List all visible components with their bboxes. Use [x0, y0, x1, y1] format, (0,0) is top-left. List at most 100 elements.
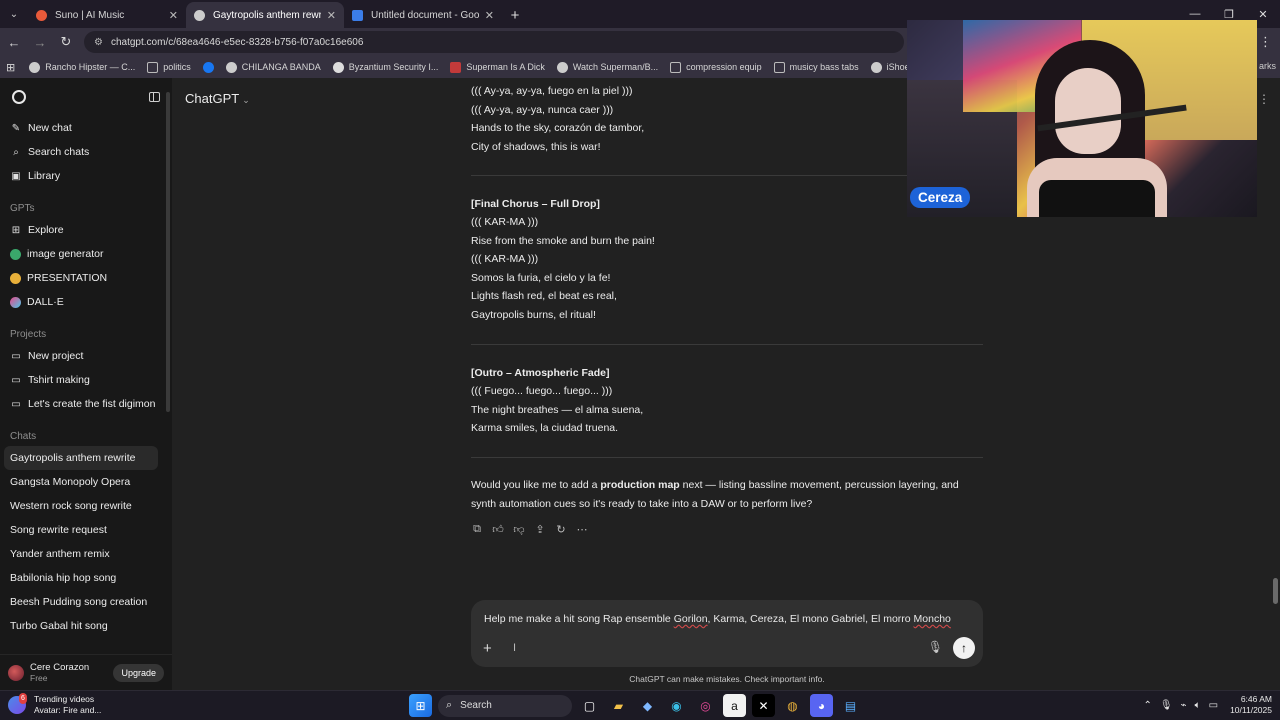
sidebar-toggle-icon[interactable] [149, 92, 160, 102]
all-bookmarks-label[interactable]: arks [1259, 61, 1276, 71]
bookmark-label: Superman Is A Dick [466, 62, 545, 72]
regenerate-icon[interactable]: ↻ [555, 522, 567, 536]
sidebar-item-new-chat[interactable]: ✎ New chat [0, 116, 172, 140]
sidebar-scrollbar[interactable] [166, 92, 170, 412]
network-icon[interactable]: ⌁ [1181, 700, 1187, 711]
amazon-icon[interactable]: a [723, 694, 746, 717]
search-icon: ⌕ [13, 146, 19, 158]
bookmark-label: musicy bass tabs [789, 62, 859, 72]
widgets-icon: 6 [8, 693, 27, 714]
battery-icon[interactable]: ▭ [1209, 700, 1218, 711]
chevron-up-icon[interactable]: ⌃ [1144, 700, 1152, 711]
sidebar-item-tshirt-making[interactable]: ▭ Tshirt making [0, 368, 172, 392]
thumbs-up-icon[interactable]: 👍︎ [492, 522, 504, 536]
x-icon[interactable]: ✕ [752, 694, 775, 717]
bookmark[interactable]: Superman Is A Dick [450, 61, 545, 73]
thumbs-down-icon[interactable]: 👎︎ [513, 522, 525, 536]
sidebar-item-image-generator[interactable]: image generator [0, 242, 172, 266]
bookmark[interactable]: musicy bass tabs [773, 61, 859, 73]
microphone-icon[interactable]: 🎙︎ [1160, 700, 1173, 711]
site-info-icon[interactable]: ⚙ [94, 37, 103, 48]
reload-icon[interactable]: ↻ [54, 30, 78, 54]
sidebar-item-fist-digimon[interactable]: ▭ Let's create the fist digimon [0, 392, 172, 416]
upgrade-button[interactable]: Upgrade [113, 663, 164, 682]
start-menu-icon[interactable]: ⊞ [409, 694, 432, 717]
sidebar-item-new-project[interactable]: ▭ New project [0, 344, 172, 368]
bookmark[interactable]: Byzantium Security I... [332, 61, 438, 73]
bookmark[interactable]: CHILANGA BANDA [225, 61, 321, 73]
avatar [8, 664, 24, 681]
bookmark[interactable]: politics [147, 61, 191, 73]
back-arrow-icon[interactable]: ← [2, 30, 26, 54]
tab-chatgpt[interactable]: Gaytropolis anthem rewrite ✕ [186, 2, 344, 28]
tab-search-chevron-icon[interactable]: ⌄ [0, 0, 28, 28]
folder-icon [773, 61, 785, 73]
chat-item-selected[interactable]: Gaytropolis anthem rewrite [4, 446, 158, 470]
notepad-icon[interactable]: ▤ [839, 694, 862, 717]
lyric-line: ((( Fuego... fuego... fuego... ))) [471, 385, 613, 397]
prompt-input[interactable]: Help me make a hit song Rap ensemble Gor… [484, 613, 951, 625]
close-tab-icon[interactable]: ✕ [485, 9, 494, 22]
clock[interactable]: 6:46 AM 10/11/2025 [1230, 694, 1272, 716]
more-options-icon[interactable]: ⋮ [1258, 92, 1270, 106]
plus-icon[interactable]: + [483, 640, 492, 657]
apps-grid-icon[interactable]: ⊞ [6, 61, 15, 74]
chat-item[interactable]: Babilonia hip hop song [0, 566, 172, 590]
chat-item[interactable]: Turbo Gabal hit song [0, 614, 172, 638]
date: 10/11/2025 [1230, 705, 1272, 715]
prompt-composer[interactable]: Help me make a hit song Rap ensemble Gor… [471, 600, 983, 667]
video-thumb-icon [450, 61, 462, 73]
volume-icon[interactable]: 🔈︎ [1195, 700, 1201, 711]
sidebar-item-explore[interactable]: ⊞ Explore [0, 218, 172, 242]
followup-question-line2: synth automation cues so it's ready to t… [471, 498, 813, 510]
bookmark-label: Watch Superman/B... [572, 62, 659, 72]
bookmark[interactable]: Rancho Hipster — C... [29, 61, 135, 73]
model-selector[interactable]: ChatGPT ⌄ [185, 91, 250, 106]
lyric-line: The night breathes — el alma suena, [471, 404, 644, 416]
chat-item[interactable]: Yander anthem remix [0, 542, 172, 566]
openai-logo-icon[interactable] [12, 90, 26, 104]
chats-heading: Chats [10, 431, 37, 442]
send-button[interactable]: ↑ [953, 637, 975, 659]
bookmark[interactable]: Watch Superman/B... [556, 61, 659, 73]
sidebar-item-presentation[interactable]: PRESENTATION [0, 266, 172, 290]
webcam-overlay: Cereza [907, 20, 1257, 217]
chat-item[interactable]: Western rock song rewrite [0, 494, 172, 518]
close-tab-icon[interactable]: ✕ [327, 9, 336, 22]
more-icon[interactable]: ⋯ [576, 522, 588, 536]
chat-item[interactable]: Song rewrite request [0, 518, 172, 542]
bookmark-facebook[interactable] [202, 61, 214, 73]
widgets-button[interactable]: 6 Trending videos Avatar: Fire and... [8, 693, 101, 716]
chat-item[interactable]: Beesh Pudding song creation [0, 590, 172, 614]
new-tab-button[interactable]: + [502, 2, 528, 28]
sidebar-item-search-chats[interactable]: ⌕ Search chats [0, 140, 172, 164]
taskbar-search[interactable]: ⌕ Search [438, 694, 572, 717]
copilot-icon[interactable]: ◆ [636, 694, 659, 717]
edge-icon[interactable]: ◉ [665, 694, 688, 717]
user-profile[interactable]: Cere Corazon Free Upgrade [0, 654, 172, 690]
discord-icon[interactable]: ◕ [810, 694, 833, 717]
tab-suno[interactable]: Suno | AI Music ✕ [28, 2, 186, 28]
instagram-icon[interactable]: ◎ [694, 694, 717, 717]
file-explorer-icon[interactable]: ▰ [607, 694, 630, 717]
task-view-icon[interactable]: ▢ [578, 694, 601, 717]
main-scrollbar[interactable] [1273, 578, 1278, 604]
copy-icon[interactable]: ⧉ [471, 522, 483, 536]
search-icon: ⌕ [446, 699, 453, 711]
bookmark[interactable]: compression equip [670, 61, 762, 73]
share-icon[interactable]: ⇪ [534, 522, 546, 536]
browser-menu-icon[interactable]: ⋮ [1259, 34, 1272, 50]
close-tab-icon[interactable]: ✕ [169, 9, 178, 22]
forward-arrow-icon[interactable]: → [28, 30, 52, 54]
sidebar-item-library[interactable]: ▣ Library [0, 164, 172, 188]
lyric-line: ((( Ay-ya, ay-ya, fuego en la piel ))) [471, 85, 633, 97]
sidebar-item-dalle[interactable]: DALL·E [0, 290, 172, 314]
address-bar[interactable]: ⚙ chatgpt.com/c/68ea4646-e5ec-8328-b756-… [84, 31, 904, 53]
chrome-icon[interactable]: ◍ [781, 694, 804, 717]
chat-item[interactable]: Gangsta Monopoly Opera [0, 470, 172, 494]
sidebar-item-label: Explore [28, 224, 64, 236]
microphone-icon[interactable]: 🎙︎ [928, 640, 943, 654]
chatgpt-sidebar: ✎ New chat ⌕ Search chats ▣ Library GPTs ⊞ E… [0, 78, 172, 690]
folder-icon: ▭ [11, 398, 21, 410]
tab-google-docs[interactable]: Untitled document - Google D ✕ [344, 2, 502, 28]
